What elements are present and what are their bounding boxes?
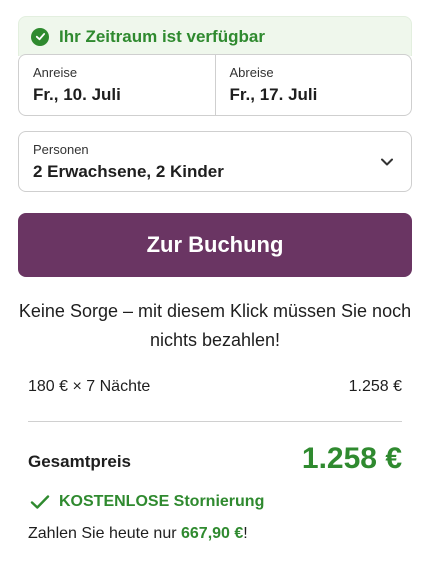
pay-today-prefix: Zahlen Sie heute nur [28,525,181,542]
no-payment-notice: Keine Sorge – mit diesem Klick müssen Si… [18,301,412,350]
check-icon [30,495,50,509]
price-breakdown-label: 180 € × 7 Nächte [28,378,151,395]
availability-text: Ihr Zeitraum ist verfügbar [59,26,265,46]
pay-today-suffix: ! [243,525,248,542]
book-button[interactable]: Zur Buchung [18,213,412,277]
departure-label: Abreise [229,65,274,80]
check-circle-icon [31,27,49,46]
booking-widget: Ihr Zeitraum ist verfügbar Anreise Fr., … [0,0,430,575]
persons-value: 2 Erwachsene, 2 Kinder [33,162,224,181]
persons-select[interactable]: Personen 2 Erwachsene, 2 Kinder [18,131,412,192]
free-cancellation-text: KOSTENLOSE Stornierung [59,493,265,510]
departure-field[interactable]: Abreise Fr., 17. Juli [214,55,412,115]
free-cancellation: KOSTENLOSE Stornierung [30,493,264,511]
price-breakdown: 180 € × 7 Nächte 1.258 € [28,378,402,396]
price-breakdown-value: 1.258 € [348,378,402,395]
persons-label: Personen [33,142,89,157]
chevron-down-icon [381,158,393,166]
availability-banner: Ihr Zeitraum ist verfügbar [18,16,412,56]
divider [28,421,402,422]
pay-today-notice: Zahlen Sie heute nur 667,90 €! [28,525,248,543]
pay-today-amount: 667,90 € [181,525,244,542]
date-selector: Anreise Fr., 10. Juli Abreise Fr., 17. J… [18,54,412,116]
arrival-label: Anreise [33,65,78,80]
departure-value: Fr., 17. Juli [229,85,318,104]
arrival-value: Fr., 10. Juli [33,85,121,104]
total-label: Gesamtpreis [28,452,131,471]
arrival-field[interactable]: Anreise Fr., 10. Juli [19,55,215,115]
total-value: 1.258 € [301,442,402,475]
